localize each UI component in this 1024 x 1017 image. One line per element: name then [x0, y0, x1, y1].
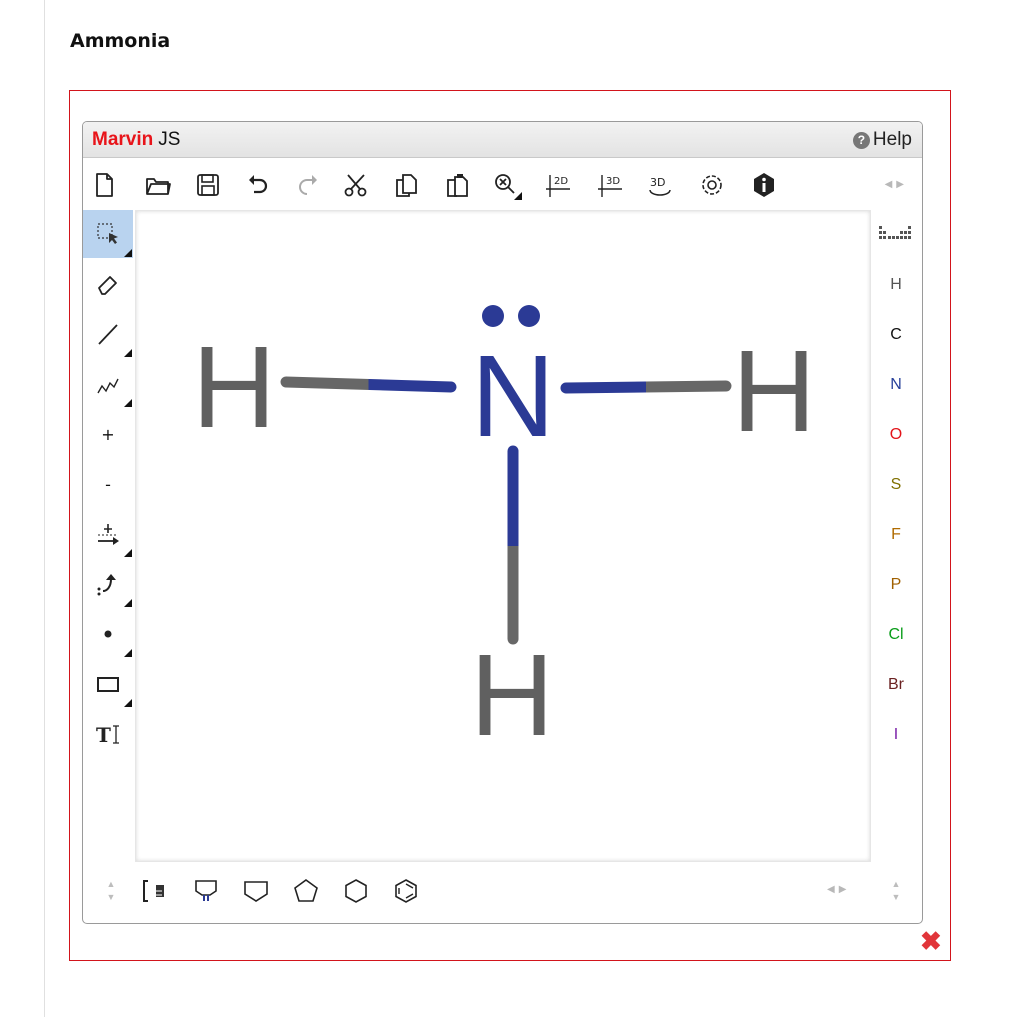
atom-h[interactable]: H — [732, 326, 816, 456]
info-icon[interactable] — [747, 169, 781, 201]
element-symbol: H — [890, 276, 902, 293]
element-symbol: O — [889, 426, 903, 443]
element-symbol: P — [890, 576, 902, 593]
undo-icon[interactable] — [241, 169, 275, 201]
element-s-button[interactable]: S — [873, 460, 919, 510]
atom-h[interactable]: H — [192, 322, 276, 452]
element-symbol: N — [890, 376, 902, 393]
element-n-button[interactable]: N — [873, 360, 919, 410]
settings-gear-icon[interactable] — [695, 169, 729, 201]
bond-n-h-right[interactable] — [560, 380, 732, 394]
svg-text:T: T — [96, 723, 111, 747]
atom-h[interactable]: H — [470, 630, 554, 760]
copy-icon[interactable] — [389, 169, 423, 201]
toolbar-scroll-arrows[interactable]: ◀▶ — [885, 179, 908, 190]
benzene-template-icon[interactable] — [389, 874, 423, 908]
element-symbol: F — [891, 526, 901, 543]
svg-text:3D: 3D — [606, 176, 620, 187]
periodic-table-icon[interactable] — [873, 222, 919, 242]
zoom-icon[interactable] — [489, 169, 523, 201]
open-folder-icon[interactable] — [141, 169, 175, 201]
cut-icon[interactable] — [339, 169, 373, 201]
editor-titlebar: Marvin JS ? Help — [83, 122, 922, 158]
element-symbol: Br — [888, 676, 904, 693]
save-icon[interactable] — [191, 169, 225, 201]
help-icon: ? — [852, 131, 870, 149]
brand-marvin: Marvin — [92, 129, 154, 150]
redo-icon[interactable] — [291, 169, 325, 201]
element-br-button[interactable]: Br — [873, 660, 919, 710]
page-title: Ammonia — [70, 30, 171, 52]
reaction-arrow-icon[interactable] — [83, 510, 133, 558]
brand-js: JS — [158, 129, 181, 150]
charge-minus-button[interactable]: - — [83, 460, 133, 508]
element-p-button[interactable]: P — [873, 560, 919, 610]
help-label: Help — [872, 129, 912, 150]
element-symbol: Cl — [888, 626, 904, 643]
template-scroll-arrows[interactable]: ◀▶ — [827, 884, 850, 895]
element-symbol: C — [890, 326, 902, 343]
chain-icon[interactable] — [83, 360, 133, 408]
lone-pair-dot — [482, 305, 504, 327]
template-toolbar: ▲ ▼ ◀▶ ▲ ▼ — [83, 866, 922, 922]
cyclohexane-template-icon[interactable] — [339, 874, 373, 908]
cyclopropane-template-icon[interactable] — [189, 874, 223, 908]
charge-plus-button[interactable]: + — [83, 410, 133, 458]
selection-tool-icon[interactable] — [83, 210, 133, 258]
paste-icon[interactable] — [439, 169, 473, 201]
charge-minus-label: - — [105, 474, 111, 494]
rotate-3d-icon[interactable]: 3D — [643, 169, 677, 201]
marvin-editor: Marvin JS ? Help 2D 3D 3D ◀▶ + - T N H H… — [82, 121, 923, 924]
lone-pair-dot — [518, 305, 540, 327]
single-bond-icon[interactable] — [83, 310, 133, 358]
element-cl-button[interactable]: Cl — [873, 610, 919, 660]
close-icon[interactable]: ✖ — [920, 928, 942, 954]
help-button[interactable]: ? Help — [852, 129, 912, 151]
bond-n-h-left[interactable] — [280, 376, 457, 393]
editor-brand: Marvin JS — [92, 129, 180, 151]
atom-n[interactable]: N — [471, 331, 555, 461]
drawing-canvas[interactable]: N H H H — [135, 210, 871, 862]
svg-text:3D: 3D — [650, 176, 665, 189]
bracket-template-icon[interactable] — [139, 874, 173, 908]
main-toolbar: 2D 3D 3D ◀▶ — [83, 159, 922, 209]
element-h-button[interactable]: H — [873, 260, 919, 310]
rectangle-shape-icon[interactable] — [83, 660, 133, 708]
element-f-button[interactable]: F — [873, 510, 919, 560]
element-symbol: S — [890, 476, 902, 493]
template-scroll-left-updown[interactable]: ▲ ▼ — [103, 874, 119, 908]
svg-text:2D: 2D — [554, 176, 568, 187]
electron-flow-icon[interactable] — [83, 560, 133, 608]
cyclopentane-template-icon[interactable] — [289, 874, 323, 908]
radical-dot-icon[interactable] — [83, 610, 133, 658]
eraser-icon[interactable] — [83, 260, 133, 308]
clean-3d-icon[interactable]: 3D — [593, 169, 627, 201]
cyclobutane-template-icon[interactable] — [239, 874, 273, 908]
template-scroll-right-updown[interactable]: ▲ ▼ — [888, 874, 904, 908]
text-tool-icon[interactable]: T — [83, 710, 133, 758]
zoom-menu-corner — [514, 192, 522, 200]
element-i-button[interactable]: I — [873, 710, 919, 760]
element-palette: H C N O S F P Cl Br I — [873, 260, 919, 760]
molecule-drawing: N H H H — [192, 305, 816, 760]
element-o-button[interactable]: O — [873, 410, 919, 460]
new-document-icon[interactable] — [87, 169, 121, 201]
element-c-button[interactable]: C — [873, 310, 919, 360]
clean-2d-icon[interactable]: 2D — [541, 169, 575, 201]
left-toolbar: + - T — [83, 210, 133, 870]
page-left-rule — [44, 0, 45, 1017]
element-symbol: I — [893, 726, 899, 743]
charge-plus-label: + — [101, 424, 115, 444]
